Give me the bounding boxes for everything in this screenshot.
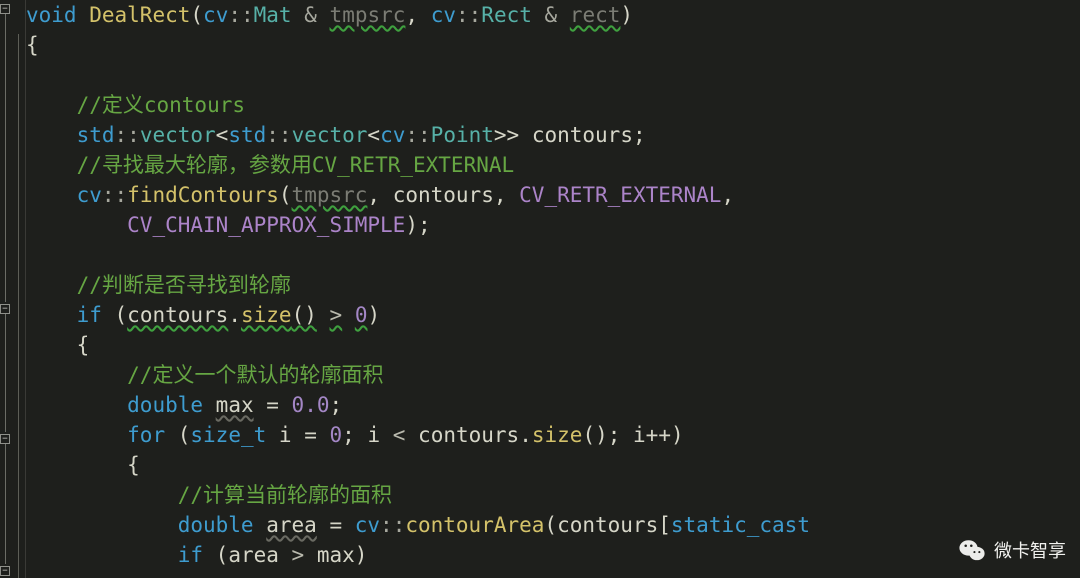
editor-gutter: − − − −	[0, 0, 26, 578]
parameter: rect	[570, 3, 621, 27]
wechat-icon	[958, 536, 986, 564]
fold-box-icon[interactable]: −	[0, 566, 10, 576]
code-line[interactable]: //定义contours	[26, 90, 1080, 120]
code-line[interactable]	[26, 240, 1080, 270]
code-line[interactable]: double area = cv::contourArea(contours[s…	[26, 510, 1080, 540]
macro: CV_RETR_EXTERNAL	[519, 183, 721, 207]
code-line[interactable]: double max = 0.0;	[26, 390, 1080, 420]
code-line[interactable]: //寻找最大轮廓，参数用CV_RETR_EXTERNAL	[26, 150, 1080, 180]
code-line[interactable]: {	[26, 30, 1080, 60]
code-line[interactable]: if (contours.size() > 0)	[26, 300, 1080, 330]
code-line[interactable]: //判断是否寻找到轮廓	[26, 270, 1080, 300]
code-line[interactable]: cv::findContours(tmpsrc, contours, CV_RE…	[26, 180, 1080, 210]
fold-box-icon[interactable]: −	[0, 4, 10, 14]
watermark: 微卡智享	[958, 536, 1066, 564]
code-line[interactable]: if (area > max)	[26, 540, 1080, 570]
watermark-text: 微卡智享	[994, 537, 1066, 563]
gutter-brace-line	[5, 314, 6, 432]
code-line[interactable]: //计算当前轮廓的面积	[26, 480, 1080, 510]
gutter-brace-line	[18, 34, 19, 578]
fold-box-icon[interactable]: −	[0, 304, 10, 314]
gutter-brace-line	[5, 14, 6, 302]
parameter: tmpsrc	[330, 3, 406, 27]
comment: //计算当前轮廓的面积	[178, 483, 392, 507]
macro: CV_CHAIN_APPROX_SIMPLE	[127, 213, 405, 237]
comment: //寻找最大轮廓，参数用CV_RETR_EXTERNAL	[77, 153, 515, 177]
code-line[interactable]: {	[26, 450, 1080, 480]
code-line[interactable]: std::vector<std::vector<cv::Point>> cont…	[26, 120, 1080, 150]
code-line[interactable]: CV_CHAIN_APPROX_SIMPLE);	[26, 210, 1080, 240]
code-line[interactable]: {	[26, 330, 1080, 360]
gutter-brace-line	[5, 444, 6, 564]
code-editor[interactable]: void DealRect(cv::Mat & tmpsrc, cv::Rect…	[26, 0, 1080, 578]
keyword: void	[26, 3, 77, 27]
function-name: DealRect	[89, 3, 190, 27]
comment: //定义一个默认的轮廓面积	[127, 363, 383, 387]
code-line[interactable]: //定义一个默认的轮廓面积	[26, 360, 1080, 390]
comment: //判断是否寻找到轮廓	[77, 273, 291, 297]
fold-box-icon[interactable]: −	[0, 434, 10, 444]
comment: //定义contours	[77, 93, 245, 117]
code-line[interactable]: for (size_t i = 0; i < contours.size(); …	[26, 420, 1080, 450]
code-line[interactable]	[26, 60, 1080, 90]
code-line[interactable]: void DealRect(cv::Mat & tmpsrc, cv::Rect…	[26, 0, 1080, 30]
